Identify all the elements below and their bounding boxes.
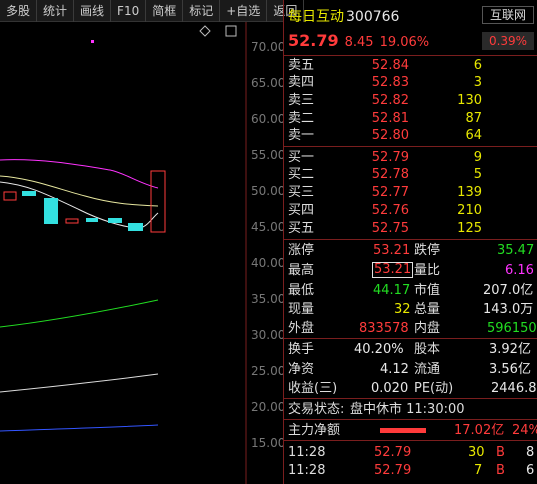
y-tick: 15.00 xyxy=(251,436,283,450)
toolbar-statistics[interactable]: 统计 xyxy=(37,0,75,22)
toolbar-simple-frame[interactable]: 简框 xyxy=(146,0,184,22)
toolbar-add-watchlist[interactable]: +自选 xyxy=(220,0,268,22)
stock-header: 每日互动 300766 xyxy=(288,6,399,26)
ask-row[interactable]: 卖一 52.80 64 xyxy=(284,127,537,144)
y-tick: 60.00 xyxy=(251,112,283,126)
stat-row: 净资 4.12 流通 3.56亿 xyxy=(288,362,531,377)
divider xyxy=(284,146,537,147)
y-tick: 40.00 xyxy=(251,256,283,270)
stat-row: 涨停 53.21 跌停 35.47 xyxy=(288,243,535,258)
price-change-pct: 19.06% xyxy=(379,35,430,50)
y-tick: 25.00 xyxy=(251,364,283,378)
y-tick: 50.00 xyxy=(251,184,283,198)
bid-row[interactable]: 买五 52.75 125 xyxy=(284,220,537,237)
divider xyxy=(284,55,537,56)
divider xyxy=(284,419,537,420)
y-tick: 65.00 xyxy=(251,76,283,90)
divider xyxy=(284,440,537,441)
y-tick: 20.00 xyxy=(251,400,283,414)
ask-row[interactable]: 卖五 52.84 6 xyxy=(284,57,537,74)
main-fund-row: 主力净额 17.02亿 24% xyxy=(288,423,537,438)
price-line: 52.79 8.45 19.06% xyxy=(288,31,429,50)
trade-status: 交易状态: 盘中休市 11:30:00 xyxy=(288,402,465,417)
toolbar-multi-stock[interactable]: 多股 xyxy=(0,0,38,22)
diamond-icon xyxy=(199,25,211,37)
y-tick: 45.00 xyxy=(251,220,283,234)
y-tick: 55.00 xyxy=(251,148,283,162)
y-tick: 70.00 xyxy=(251,40,283,54)
stock-name: 每日互动 xyxy=(288,9,344,25)
bid-row[interactable]: 买二 52.78 5 xyxy=(284,166,537,183)
stat-row: 最高 53.21 量比 6.16 xyxy=(288,262,534,278)
divider xyxy=(284,239,537,240)
sector-change: 0.39% xyxy=(482,32,534,50)
box-icon xyxy=(225,25,237,37)
ask-row[interactable]: 卖二 52.81 87 xyxy=(284,110,537,127)
stat-row: 最低 44.17 市值 207.0亿 xyxy=(288,283,534,298)
fund-bar xyxy=(380,428,426,433)
current-price: 52.79 xyxy=(288,31,339,50)
toolbar-mark[interactable]: 标记 xyxy=(183,0,221,22)
quote-panel: 每日互动 300766 互联网 52.79 8.45 19.06% 0.39% 卖五 5… xyxy=(284,0,537,484)
stat-row: 现量 32 总量 143.0万 xyxy=(288,302,534,317)
sector-tag[interactable]: 互联网 xyxy=(482,6,534,24)
tick-row: 11:28 52.79 30 B 8 xyxy=(288,445,535,460)
stat-row: 收益(三) 0.020 PE(动) 2446.8 xyxy=(288,381,537,396)
divider xyxy=(284,398,537,399)
ask-row[interactable]: 卖四 52.83 3 xyxy=(284,74,537,91)
ask-row[interactable]: 卖三 52.82 130 xyxy=(284,92,537,109)
tick-row: 11:28 52.79 7B6 xyxy=(288,463,535,478)
chart-toolbar: 多股 统计 画线 F10 简框 标记 +自选 返回 xyxy=(0,0,305,22)
stat-row: 外盘 833578 内盘 596150 xyxy=(288,321,537,336)
divider xyxy=(284,338,537,339)
bid-row[interactable]: 买三 52.77 139 xyxy=(284,184,537,201)
bid-row[interactable]: 买一 52.79 9 xyxy=(284,149,537,166)
stat-row: 换手 40.20% 股本 3.92亿 xyxy=(288,342,531,357)
y-tick: 30.00 xyxy=(251,328,283,342)
kline-chart[interactable]: 70.00 65.00 60.00 55.00 50.00 45.00 40.0… xyxy=(0,22,283,484)
price-change: 8.45 xyxy=(344,35,374,50)
toolbar-f10[interactable]: F10 xyxy=(111,0,147,22)
y-tick: 35.00 xyxy=(251,292,283,306)
bid-row[interactable]: 买四 52.76 210 xyxy=(284,202,537,219)
stock-code: 300766 xyxy=(346,9,400,25)
toolbar-draw-line[interactable]: 画线 xyxy=(74,0,112,22)
